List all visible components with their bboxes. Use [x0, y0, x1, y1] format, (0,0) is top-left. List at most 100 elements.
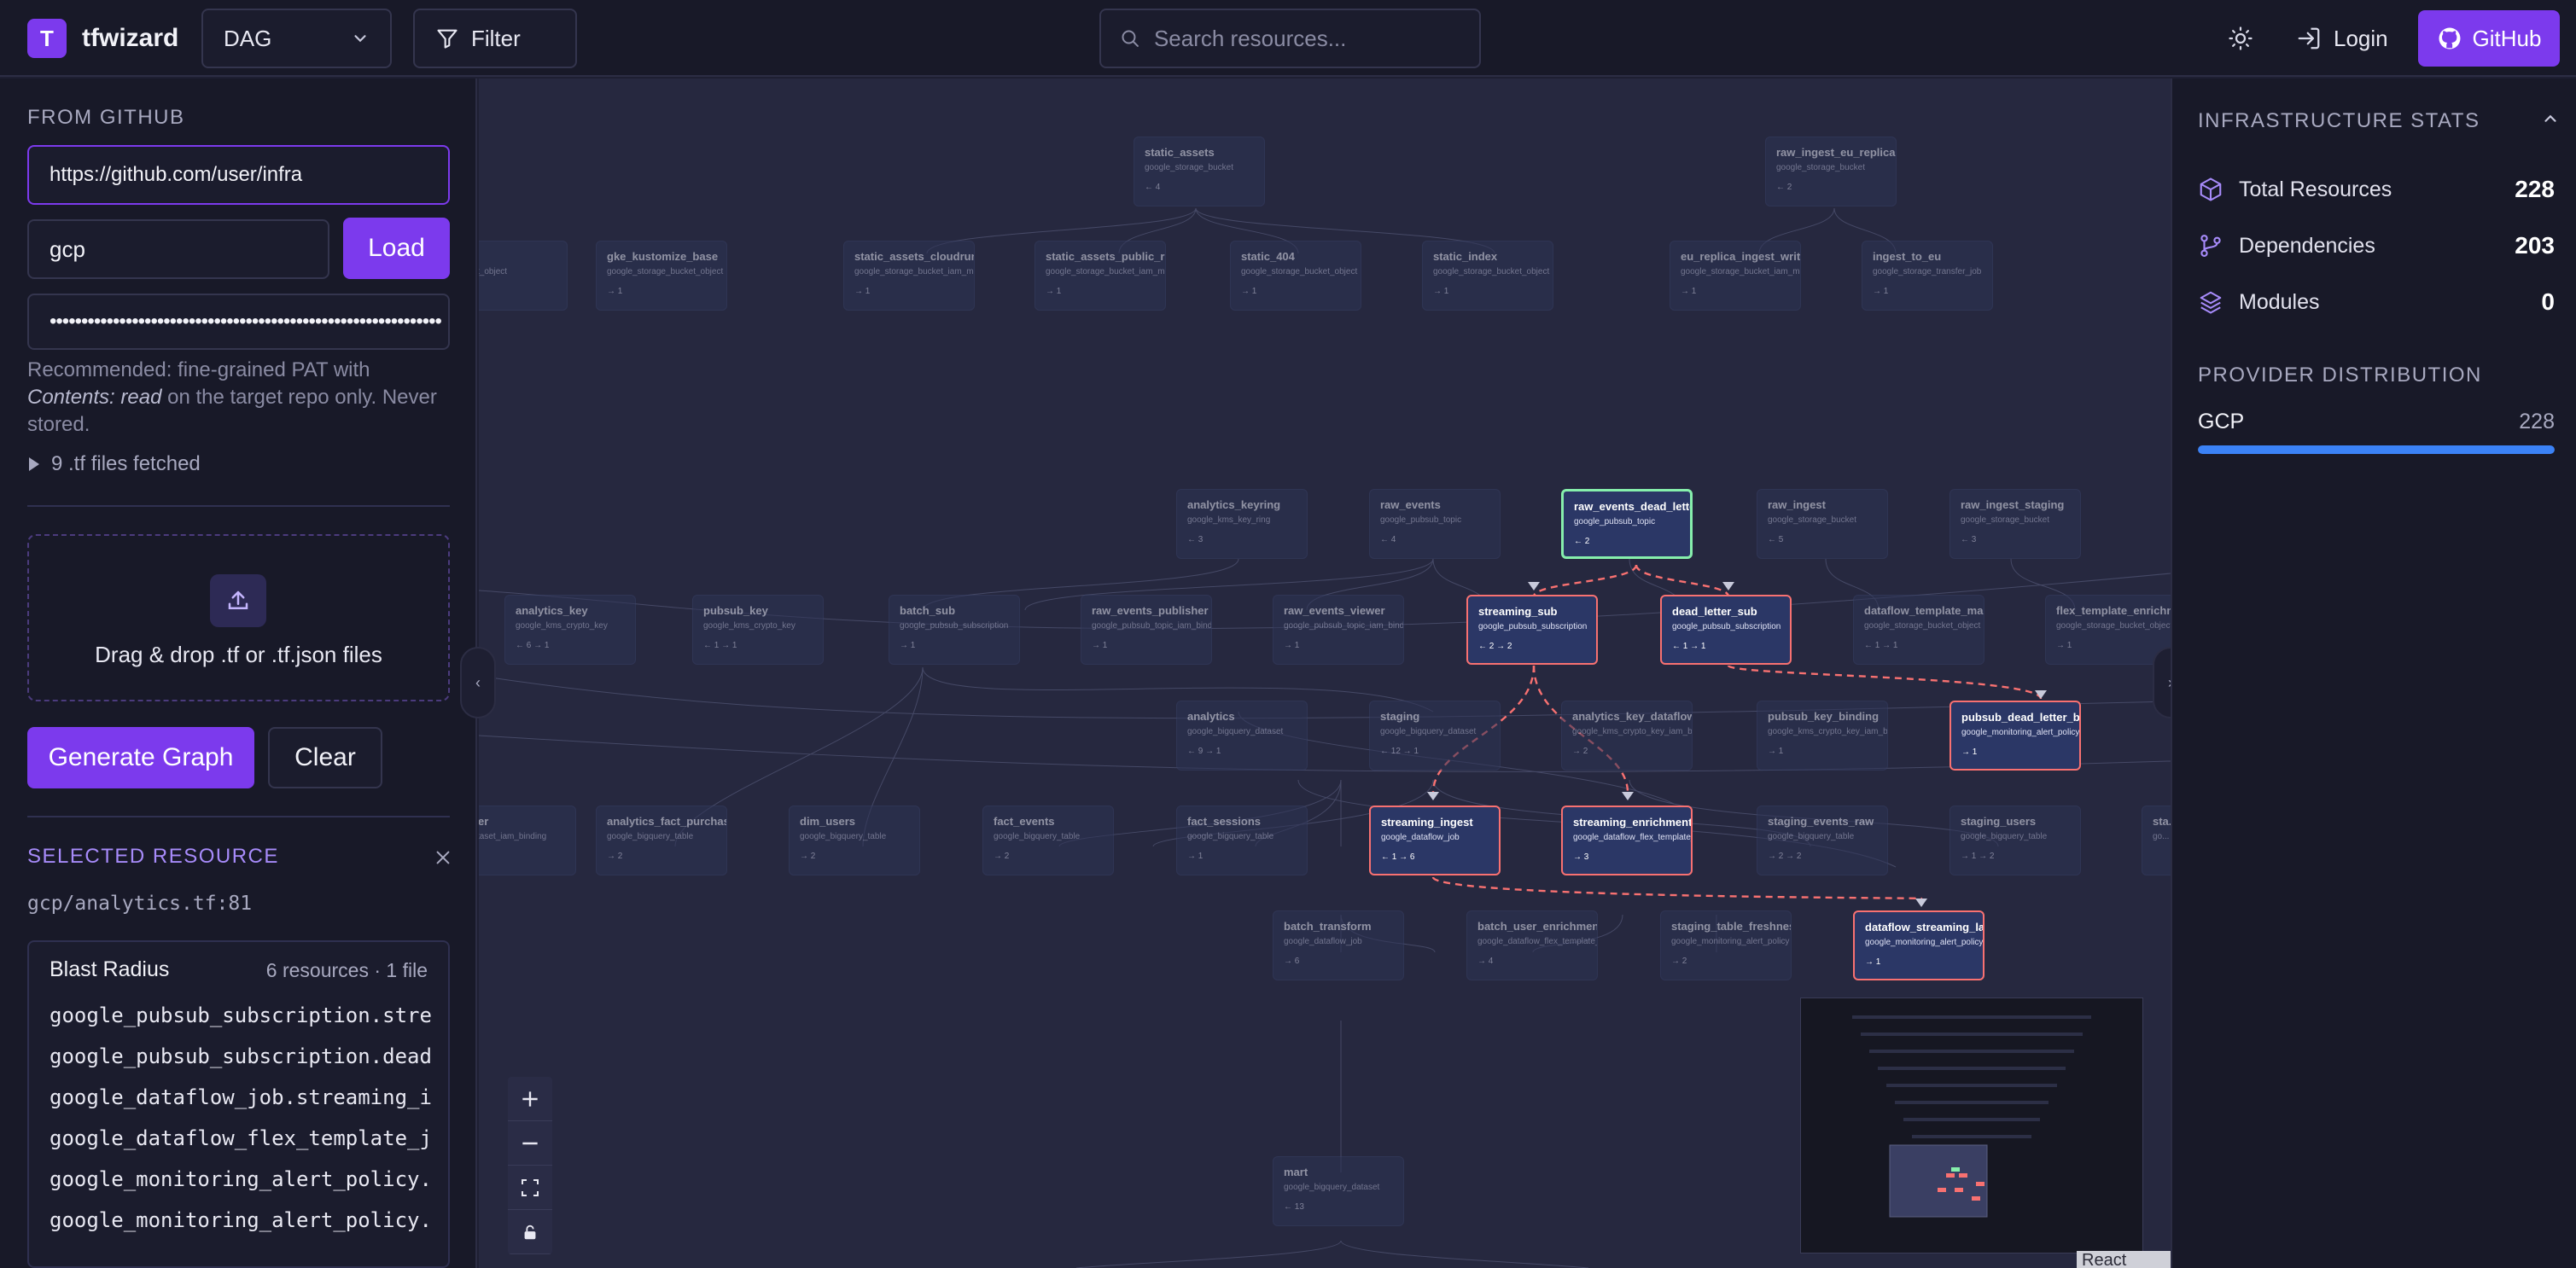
blast-radius-title: Blast Radius	[50, 957, 170, 981]
search-input[interactable]	[1153, 25, 1460, 52]
node-deps: ← 9 → 1	[1187, 747, 1221, 756]
graph-node[interactable]: fact_events google_bigquery_table → 2	[982, 806, 1114, 875]
graph-canvas[interactable]: static_assets google_storage_bucket ← 4 raw…	[479, 79, 2171, 1268]
graph-node[interactable]: batch_transform google_dataflow_job → 6	[1273, 910, 1404, 980]
graph-node[interactable]: streaming_ingest google_dataflow_job ← 1 →…	[1369, 806, 1501, 875]
provider-name: GCP	[2198, 410, 2245, 433]
clear-button[interactable]: Clear	[268, 727, 382, 788]
graph-node[interactable]: pubsub_dead_letter_backlog google_monitor…	[1949, 701, 2081, 771]
graph-node[interactable]: streaming_enrichment google_dataflow_flex…	[1561, 806, 1693, 875]
graph-node[interactable]: static_404 google_storage_bucket_object → …	[1230, 241, 1361, 311]
graph-node[interactable]: raw_events google_pubsub_topic ← 4	[1369, 489, 1501, 559]
collapse-left-panel-button[interactable]: ‹	[460, 647, 496, 718]
token-hint: Recommended: fine-grained PAT with Conte…	[27, 358, 437, 436]
graph-node[interactable]: staging google_bigquery_dataset ← 12 → 1	[1369, 701, 1501, 771]
graph-node[interactable]: sta... go...	[2142, 806, 2171, 875]
graph-node[interactable]: flex_template_enrichment google_storage_b…	[2045, 595, 2171, 665]
react-flow-attribution[interactable]: React Flow	[2077, 1251, 2171, 1268]
node-type: google_monitoring_alert_policy	[1671, 937, 1790, 946]
zoom-in-button[interactable]	[508, 1077, 552, 1121]
node-name: ingest_to_eu	[1873, 250, 1942, 263]
graph-node[interactable]: pubsub_key_binding google_kms_crypto_key_…	[1757, 701, 1888, 771]
graph-node[interactable]: batch_user_enrichment google_dataflow_fle…	[1466, 910, 1598, 980]
graph-node[interactable]: raw_events_viewer google_pubsub_topic_iam…	[1273, 595, 1404, 665]
graph-node[interactable]: ...ader ..._dataset_iam_binding	[479, 806, 576, 875]
stat-label: Modules	[2239, 289, 2320, 314]
graph-node[interactable]: analytics_keyring google_kms_key_ring ← 3	[1176, 489, 1308, 559]
node-type: google_kms_crypto_key_iam_binding	[1768, 727, 1888, 736]
lock-button[interactable]	[508, 1210, 552, 1254]
minimap[interactable]	[1800, 998, 2143, 1253]
zoom-out-button[interactable]	[508, 1121, 552, 1166]
graph-node[interactable]: dataflow_streaming_lag google_monitoring_…	[1853, 910, 1984, 980]
stat-label: Dependencies	[2239, 233, 2375, 258]
node-type: google_kms_crypto_key	[703, 621, 796, 631]
node-type: google_bigquery_table	[607, 832, 694, 841]
divider	[27, 816, 450, 817]
graph-node[interactable]: mart google_bigquery_dataset ← 13	[1273, 1156, 1404, 1226]
list-item[interactable]: google_dataflow_flex_template_j	[50, 1118, 432, 1159]
list-item[interactable]: google_dataflow_job.streaming_i	[50, 1077, 432, 1118]
provider-bar-fill	[2198, 445, 2555, 454]
node-type: google_bigquery_table	[1187, 832, 1274, 841]
graph-node[interactable]: gke_kustomize_base google_storage_bucket_…	[596, 241, 727, 311]
graph-node[interactable]: static_assets_cloudrun_writer google_stor…	[843, 241, 975, 311]
fit-view-button[interactable]	[508, 1166, 552, 1210]
graph-node[interactable]: fact_sessions google_bigquery_table → 1	[1176, 806, 1308, 875]
login-button[interactable]: Login	[2296, 17, 2388, 60]
node-type: google_storage_bucket_object	[1241, 267, 1358, 276]
generate-graph-button[interactable]: Generate Graph	[27, 727, 254, 788]
graph-node[interactable]: raw_ingest_eu_replica google_storage_buck…	[1765, 137, 1897, 206]
graph-node[interactable]: raw_events_dead_letter google_pubsub_topi…	[1561, 489, 1693, 559]
graph-node[interactable]: analytics_key google_kms_crypto_key ← 6 → …	[504, 595, 636, 665]
graph-node[interactable]: eu_replica_ingest_writer google_storage_b…	[1670, 241, 1801, 311]
graph-node[interactable]: staging_table_freshness google_monitoring…	[1660, 910, 1792, 980]
node-deps: → 2	[994, 852, 1010, 861]
sun-icon	[2229, 26, 2253, 50]
graph-node[interactable]: ...ues ...bucket_object	[479, 241, 568, 311]
graph-node[interactable]: raw_ingest_staging google_storage_bucket ←…	[1949, 489, 2081, 559]
graph-node[interactable]: analytics_fact_purchases google_bigquery_…	[596, 806, 727, 875]
node-name: raw_events_publisher	[1092, 604, 1209, 617]
load-button[interactable]: Load	[343, 218, 450, 279]
node-name: batch_sub	[900, 604, 956, 617]
graph-node[interactable]: dataflow_template_main google_storage_buc…	[1853, 595, 1984, 665]
theme-toggle-button[interactable]	[2223, 20, 2258, 56]
graph-node[interactable]: dead_letter_sub google_pubsub_subscriptio…	[1660, 595, 1792, 665]
chevron-up-icon[interactable]	[2541, 109, 2560, 132]
graph-node[interactable]: analytics google_bigquery_dataset ← 9 → 1	[1176, 701, 1308, 771]
search-box[interactable]	[1099, 9, 1481, 68]
graph-node[interactable]: staging_events_raw google_bigquery_table →…	[1757, 806, 1888, 875]
github-button[interactable]: GitHub	[2418, 10, 2560, 67]
provider-input[interactable]	[27, 219, 329, 279]
node-deps: → 2	[607, 852, 623, 861]
provider-distribution-title: PROVIDER DISTRIBUTION	[2198, 364, 2482, 387]
graph-node[interactable]: ingest_to_eu google_storage_transfer_job →…	[1862, 241, 1993, 311]
repo-url-input[interactable]	[27, 145, 450, 205]
node-deps: → 1	[900, 641, 916, 650]
list-item[interactable]: google_monitoring_alert_policy.	[50, 1200, 432, 1241]
list-item[interactable]: google_pubsub_subscription.dead	[50, 1036, 432, 1077]
graph-node[interactable]: staging_users google_bigquery_table → 1 → …	[1949, 806, 2081, 875]
graph-node[interactable]: pubsub_key google_kms_crypto_key ← 1 → 1	[692, 595, 824, 665]
list-item[interactable]: google_monitoring_alert_policy.	[50, 1159, 432, 1200]
node-deps: → 2 → 2	[1768, 852, 1802, 861]
node-type: google_pubsub_subscription	[1478, 622, 1588, 631]
graph-node[interactable]: static_assets google_storage_bucket ← 4	[1134, 137, 1265, 206]
graph-node[interactable]: raw_events_publisher google_pubsub_topic_…	[1081, 595, 1212, 665]
graph-node[interactable]: static_index google_storage_bucket_object…	[1422, 241, 1553, 311]
token-input[interactable]: ••••••••••••••••••••••••••••••••••••••••…	[27, 294, 450, 350]
graph-node[interactable]: raw_ingest google_storage_bucket ← 5	[1757, 489, 1888, 559]
node-name: gke_kustomize_base	[607, 250, 719, 263]
blast-radius-card: Blast Radius 6 resources · 1 file google…	[27, 940, 450, 1268]
list-item[interactable]: google_pubsub_subscription.stre	[50, 995, 432, 1036]
files-fetched-toggle[interactable]: 9 .tf files fetched	[27, 452, 201, 476]
graph-node[interactable]: analytics_key_dataflow google_kms_crypto_…	[1561, 701, 1693, 771]
graph-node[interactable]: batch_sub google_pubsub_subscription → 1	[889, 595, 1020, 665]
filter-button[interactable]: Filter	[413, 9, 577, 68]
view-mode-select[interactable]: DAG	[201, 9, 392, 68]
graph-node[interactable]: streaming_sub google_pubsub_subscription ←…	[1466, 595, 1598, 665]
close-icon[interactable]	[430, 845, 456, 870]
graph-node[interactable]: static_assets_public_reader google_storag…	[1034, 241, 1166, 311]
graph-node[interactable]: dim_users google_bigquery_table → 2	[789, 806, 920, 875]
